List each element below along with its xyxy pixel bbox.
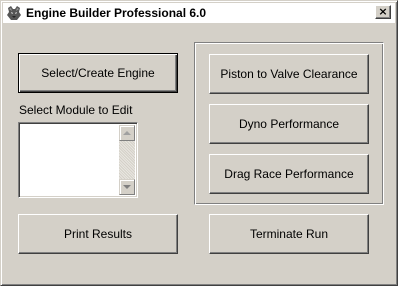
title-bar[interactable]: Engine Builder Professional 6.0 × (3, 3, 395, 23)
scroll-up-button[interactable] (119, 125, 135, 141)
module-list-label: Select Module to Edit (19, 103, 133, 117)
select-create-engine-button[interactable]: Select/Create Engine (18, 53, 178, 93)
main-window: Engine Builder Professional 6.0 × Select… (0, 0, 398, 286)
window-title: Engine Builder Professional 6.0 (26, 6, 207, 20)
module-listbox[interactable] (18, 122, 138, 198)
dyno-performance-button[interactable]: Dyno Performance (209, 104, 369, 144)
piston-to-valve-clearance-button[interactable]: Piston to Valve Clearance (209, 54, 369, 94)
terminate-run-button[interactable]: Terminate Run (209, 214, 369, 254)
drag-race-performance-button[interactable]: Drag Race Performance (209, 154, 369, 194)
scroll-down-button[interactable] (119, 179, 135, 195)
chevron-down-icon (123, 185, 131, 189)
module-list-scrollbar[interactable] (119, 125, 135, 195)
print-results-button[interactable]: Print Results (18, 214, 178, 254)
wolf-head-icon (6, 5, 22, 21)
chevron-up-icon (123, 131, 131, 135)
close-icon[interactable]: × (375, 5, 391, 19)
